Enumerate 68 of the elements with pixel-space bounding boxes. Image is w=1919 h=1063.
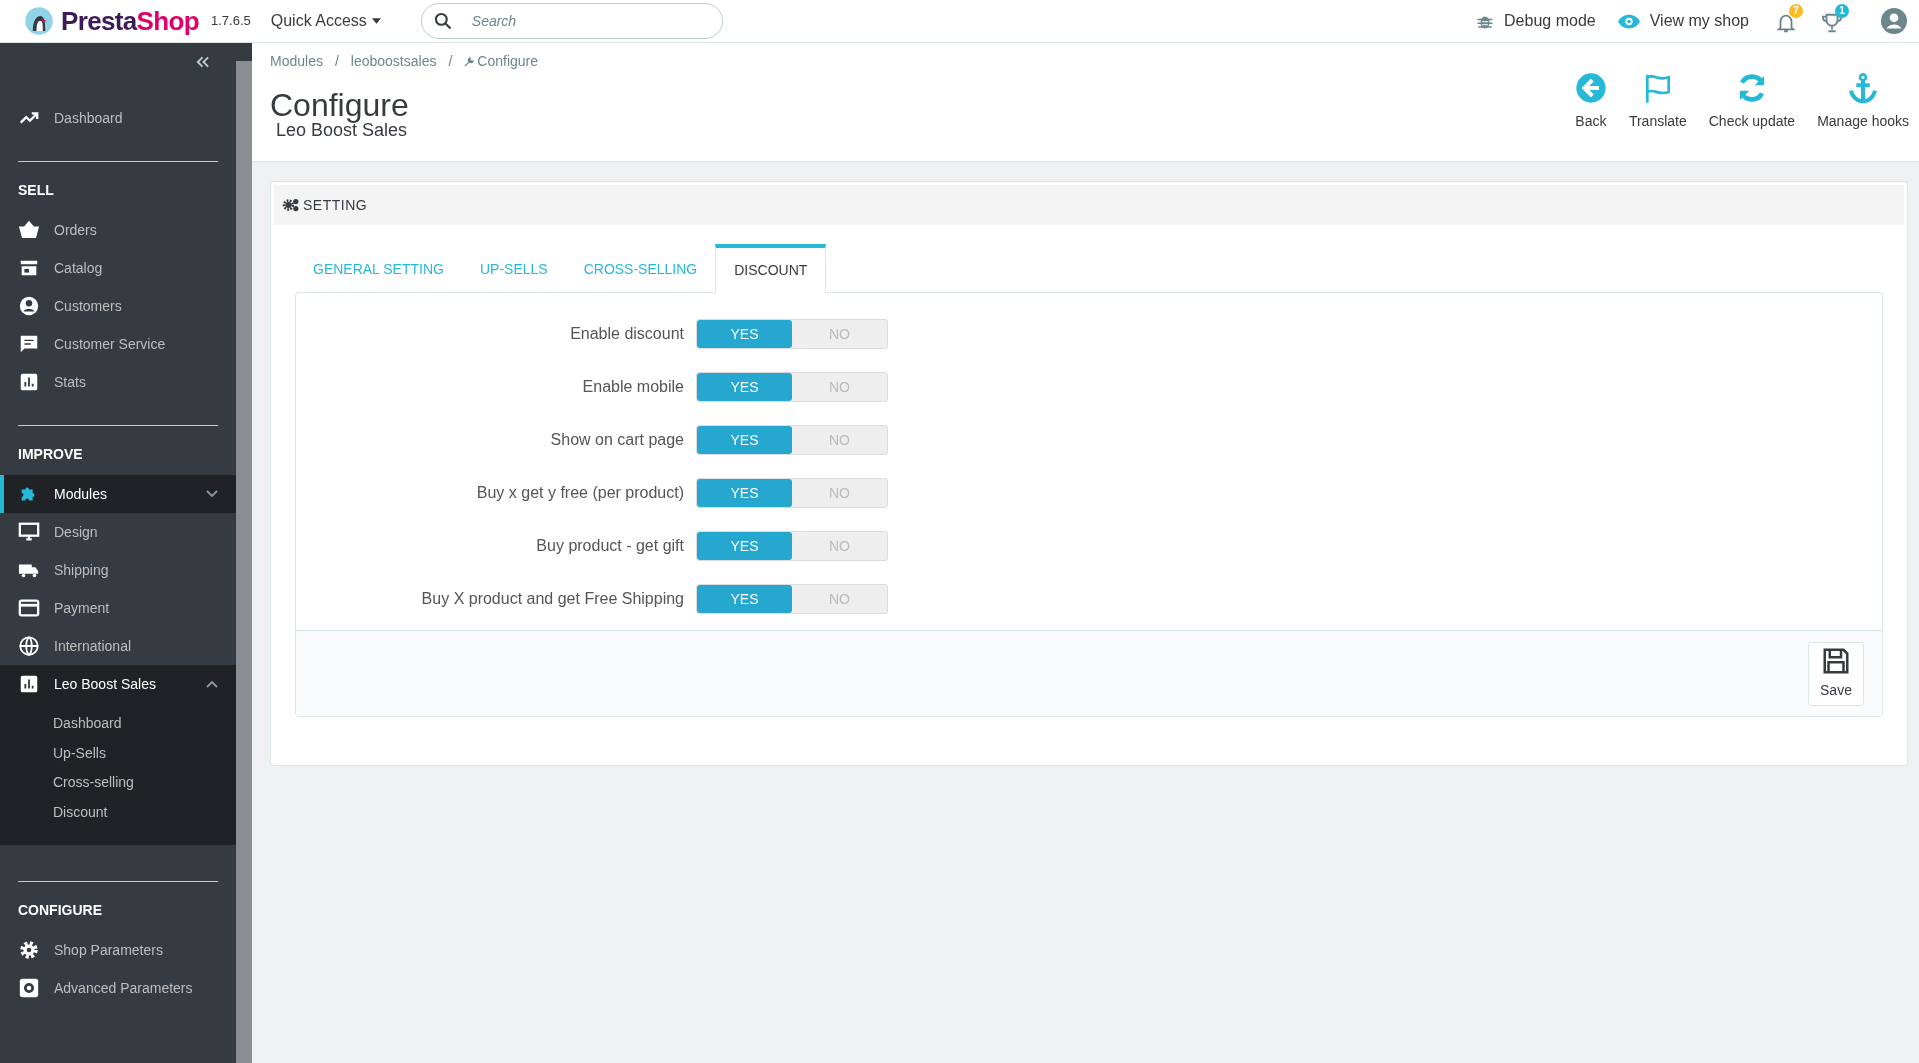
breadcrumb-link[interactable]: leoboostsales	[350, 51, 437, 72]
gears-icon	[282, 198, 300, 212]
version-label: 1.7.6.5	[211, 12, 251, 31]
toolbar-button[interactable]: Check update	[1706, 71, 1798, 132]
quick-access-button[interactable]: Quick Access	[270, 9, 381, 33]
breadcrumb-separator: /	[334, 52, 339, 71]
tab[interactable]: DISCOUNT	[715, 244, 827, 293]
monitor-icon	[18, 521, 40, 543]
toolbar-button[interactable]: Back	[1572, 71, 1609, 132]
search-field[interactable]: Search	[420, 3, 723, 39]
sidebar-item[interactable]: Shipping	[0, 551, 236, 589]
caret-icon	[371, 18, 381, 24]
notification-count: 7	[1789, 4, 1803, 18]
option-label: Enable discount	[569, 324, 685, 344]
wrench-icon	[464, 56, 475, 67]
sidebar-item[interactable]: Design	[0, 513, 236, 551]
eye-icon	[1617, 13, 1640, 29]
sidebar-item[interactable]: Customers	[0, 287, 236, 325]
trophy-count: 1	[1835, 4, 1849, 18]
submenu-item[interactable]: Discount	[0, 797, 236, 827]
sidebar-item[interactable]: Orders	[0, 211, 236, 249]
panel-title: SETTING	[303, 195, 368, 215]
chevron-icon	[206, 680, 218, 688]
option-label: Buy X product and get Free Shipping	[420, 589, 685, 609]
debug-mode-link[interactable]: Debug mode	[1476, 9, 1596, 33]
submenu-item[interactable]: Cross-selling	[0, 768, 236, 798]
section-heading: IMPROVE	[17, 445, 84, 464]
option-label: Enable mobile	[581, 377, 685, 397]
sidebar-item[interactable]: Modules	[0, 475, 236, 513]
collapse-icon[interactable]	[195, 56, 210, 68]
account-icon[interactable]	[1881, 8, 1907, 34]
settings-icon	[18, 939, 40, 961]
sidebar-item[interactable]: Catalog	[0, 249, 236, 287]
logo-text[interactable]: PrestaShop	[61, 1, 199, 41]
chart-icon	[18, 673, 40, 695]
user-icon	[18, 295, 40, 317]
save-button[interactable]: Save	[1808, 641, 1864, 706]
logo-icon	[24, 6, 54, 36]
basket-icon	[18, 219, 40, 241]
toolbar-button[interactable]: Translate	[1626, 71, 1689, 132]
globe-icon	[18, 635, 40, 657]
breadcrumb-link[interactable]: Configure	[464, 51, 539, 72]
breadcrumb-separator: /	[448, 52, 453, 71]
card-icon	[18, 597, 40, 619]
toolbar-button[interactable]: Manage hooks	[1815, 71, 1911, 132]
submenu-item[interactable]: Dashboard	[0, 709, 236, 739]
sidebar-item[interactable]: Dashboard	[0, 99, 236, 137]
sidebar-item[interactable]: Stats	[0, 363, 236, 401]
option-label: Show on cart page	[549, 430, 685, 450]
sidebar-item[interactable]: Advanced Parameters	[0, 969, 236, 1007]
sidebar-item[interactable]: Leo Boost Sales	[0, 665, 236, 703]
sidebar-item[interactable]: Payment	[0, 589, 236, 627]
scrollbar[interactable]	[236, 43, 252, 1063]
sidebar-item[interactable]: Customer Service	[0, 325, 236, 363]
chevron-icon	[206, 490, 218, 498]
section-heading: CONFIGURE	[17, 901, 103, 920]
sidebar-item[interactable]: Shop Parameters	[0, 931, 236, 969]
breadcrumb-link[interactable]: Modules	[270, 51, 323, 72]
view-shop-link[interactable]: View my shop	[1617, 9, 1749, 33]
option-label: Buy product - get gift	[535, 536, 685, 556]
search-icon	[432, 11, 453, 31]
section-heading: SELL	[17, 181, 55, 200]
chart-icon	[18, 371, 40, 393]
page-title: Configure	[270, 86, 410, 123]
option-label: Buy x get y free (per product)	[475, 483, 685, 503]
anchor-icon	[1847, 71, 1880, 105]
sidebar-item[interactable]: International	[0, 627, 236, 665]
submenu-item[interactable]: Up-Sells	[0, 738, 236, 768]
